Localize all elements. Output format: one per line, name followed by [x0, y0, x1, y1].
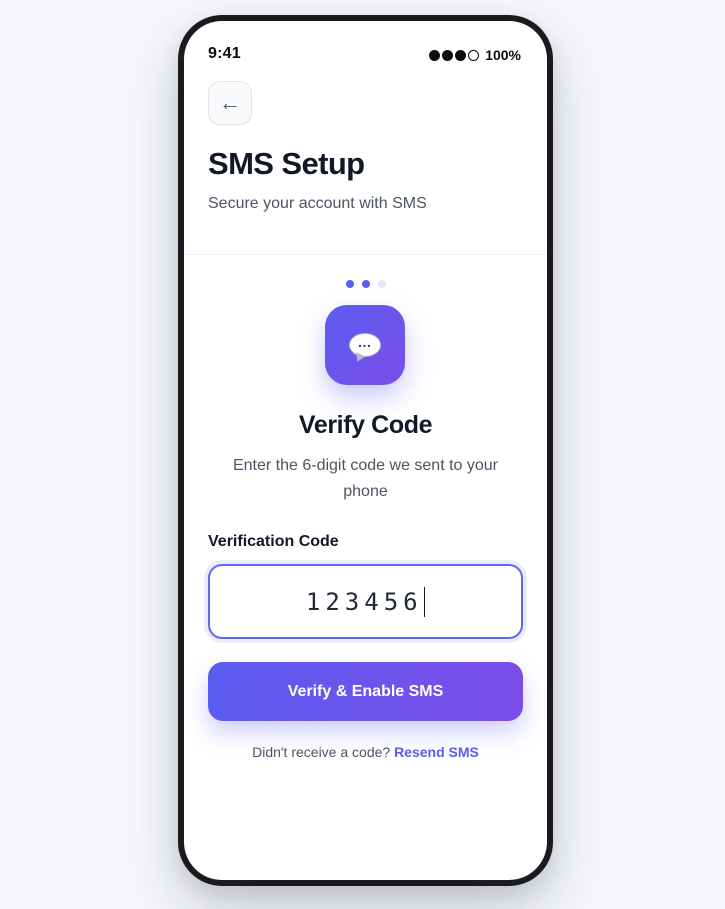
step-dot-2 [361, 280, 370, 288]
signal-dot-empty [468, 49, 480, 61]
status-time: 9:41 [208, 45, 241, 62]
status-indicators: 100% [429, 47, 521, 63]
signal-strength-icon [429, 49, 480, 61]
step-dot-3 [377, 280, 386, 288]
back-button[interactable]: ← [208, 81, 252, 125]
page-header: ← SMS Setup Secure your account with SMS [184, 77, 547, 255]
code-field-label: Verification Code [208, 533, 339, 550]
resend-row: Didn't receive a code? Resend SMS [184, 744, 547, 760]
step-dot-1 [345, 280, 354, 288]
page-title: SMS Setup [208, 146, 365, 181]
speech-bubble-glyph: … [357, 334, 373, 350]
phone-frame: 9:41 100% ← SMS Setup Secure your accoun… [178, 15, 553, 886]
text-caret [423, 586, 426, 617]
code-input-value: 123456 [305, 587, 423, 616]
back-arrow-icon: ← [219, 90, 241, 115]
speech-bubble-icon: … [349, 333, 381, 357]
battery-level: 100% [485, 47, 521, 63]
signal-dot [455, 49, 467, 61]
status-bar: 9:41 100% [184, 21, 547, 81]
phone-screen: 9:41 100% ← SMS Setup Secure your accoun… [184, 21, 547, 880]
resend-sms-link[interactable]: Resend SMS [394, 744, 479, 760]
resend-prompt: Didn't receive a code? [252, 744, 391, 760]
verify-description: Enter the 6-digit code we sent to your p… [232, 457, 499, 500]
page-subtitle: Secure your account with SMS [208, 195, 427, 212]
sms-icon-tile: … [325, 305, 405, 385]
verification-code-input[interactable]: 123456 [208, 564, 523, 639]
step-indicator [184, 280, 547, 288]
verify-title: Verify Code [298, 411, 433, 439]
signal-dot [442, 49, 454, 61]
signal-dot [429, 49, 441, 61]
verify-enable-sms-button[interactable]: Verify & Enable SMS [208, 662, 523, 721]
